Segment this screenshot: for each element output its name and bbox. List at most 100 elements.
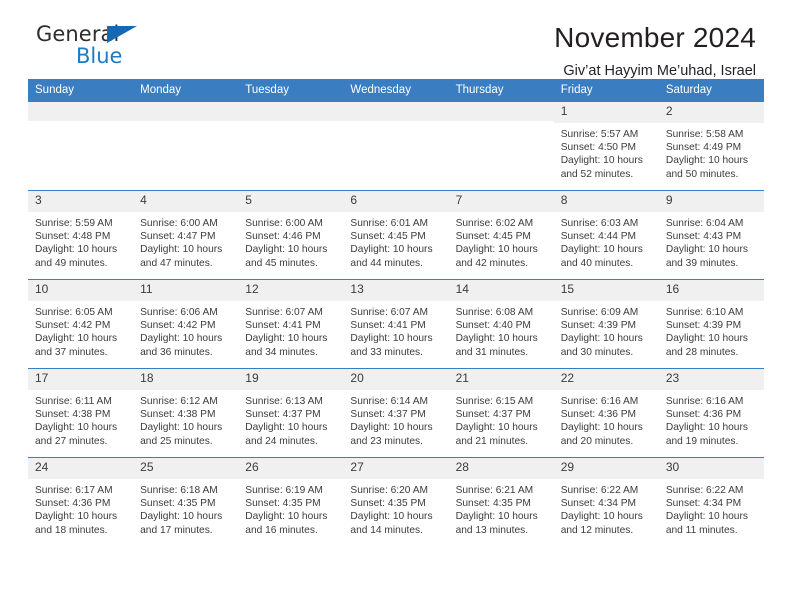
- daylight-text: Daylight: 10 hours and 27 minutes.: [35, 422, 118, 447]
- daylight-text: Daylight: 10 hours and 52 minutes.: [560, 155, 643, 180]
- calendar-day-cell[interactable]: 1 Sunrise: 5:57 AM Sunset: 4:50 PM Daylight…: [553, 101, 659, 191]
- day-number: [133, 102, 239, 121]
- calendar-day-cell[interactable]: 10 Sunrise: 6:05 AM Sunset: 4:42 PM Dayligh…: [28, 279, 134, 369]
- day-number: 26: [238, 458, 344, 479]
- sunset-text: Sunset: 4:34 PM: [560, 498, 637, 510]
- day-number: 30: [658, 458, 764, 479]
- calendar-day-cell[interactable]: 9 Sunrise: 6:04 AM Sunset: 4:43 PM Daylight…: [658, 190, 764, 280]
- day-details: Sunrise: 6:22 AM Sunset: 4:34 PM Daylight:…: [659, 479, 764, 537]
- day-details: Sunrise: 6:00 AM Sunset: 4:46 PM Daylight:…: [238, 212, 343, 270]
- calendar-day-cell[interactable]: 18 Sunrise: 6:12 AM Sunset: 4:38 PM Dayligh…: [133, 368, 239, 458]
- calendar-day-cell[interactable]: 21 Sunrise: 6:15 AM Sunset: 4:37 PM Dayligh…: [448, 368, 554, 458]
- triangle-icon: [107, 26, 137, 43]
- calendar-day-cell[interactable]: 12 Sunrise: 6:07 AM Sunset: 4:41 PM Dayligh…: [238, 279, 344, 369]
- day-number: 11: [133, 280, 239, 301]
- day-details: Sunrise: 6:03 AM Sunset: 4:44 PM Daylight:…: [554, 212, 659, 270]
- calendar-day-cell-empty: [133, 101, 239, 191]
- calendar-day-cell[interactable]: 17 Sunrise: 6:11 AM Sunset: 4:38 PM Dayligh…: [28, 368, 134, 458]
- day-details: Sunrise: 6:02 AM Sunset: 4:45 PM Daylight:…: [449, 212, 554, 270]
- calendar-day-cell[interactable]: 8 Sunrise: 6:03 AM Sunset: 4:44 PM Daylight…: [553, 190, 659, 280]
- calendar-day-cell[interactable]: 2 Sunrise: 5:58 AM Sunset: 4:49 PM Daylight…: [658, 101, 764, 191]
- sunset-text: Sunset: 4:35 PM: [350, 498, 426, 510]
- calendar-day-cell[interactable]: 26 Sunrise: 6:19 AM Sunset: 4:35 PM Dayligh…: [238, 457, 344, 547]
- sunrise-text: Sunrise: 6:19 AM: [245, 484, 323, 496]
- calendar-day-cell[interactable]: 3 Sunrise: 5:59 AM Sunset: 4:48 PM Daylight…: [28, 190, 134, 280]
- day-number: 12: [238, 280, 344, 301]
- calendar-day-cell[interactable]: 25 Sunrise: 6:18 AM Sunset: 4:35 PM Dayligh…: [133, 457, 239, 547]
- sunset-text: Sunset: 4:43 PM: [665, 231, 742, 243]
- calendar-day-cell[interactable]: 22 Sunrise: 6:16 AM Sunset: 4:36 PM Dayligh…: [553, 368, 659, 458]
- sunrise-text: Sunrise: 6:03 AM: [560, 217, 639, 229]
- calendar-day-cell[interactable]: 5 Sunrise: 6:00 AM Sunset: 4:46 PM Daylight…: [238, 190, 344, 280]
- calendar-day-cell[interactable]: 11 Sunrise: 6:06 AM Sunset: 4:42 PM Dayligh…: [133, 279, 239, 369]
- sunset-text: Sunset: 4:36 PM: [560, 409, 637, 421]
- day-details: Sunrise: 5:57 AM Sunset: 4:50 PM Daylight:…: [554, 123, 659, 181]
- day-number: 22: [553, 369, 659, 390]
- weekday-header-monday: Monday: [133, 79, 239, 102]
- day-details: Sunrise: 6:16 AM Sunset: 4:36 PM Daylight:…: [659, 390, 764, 448]
- day-details: Sunrise: 6:15 AM Sunset: 4:37 PM Daylight:…: [449, 390, 554, 448]
- sunset-text: Sunset: 4:46 PM: [245, 231, 321, 243]
- calendar-day-cell[interactable]: 14 Sunrise: 6:08 AM Sunset: 4:40 PM Dayligh…: [448, 279, 554, 369]
- calendar-day-cell[interactable]: 13 Sunrise: 6:07 AM Sunset: 4:41 PM Dayligh…: [343, 279, 449, 369]
- calendar-day-cell-empty: [448, 101, 554, 191]
- day-details: Sunrise: 6:14 AM Sunset: 4:37 PM Daylight:…: [343, 390, 448, 448]
- sunrise-text: Sunrise: 6:13 AM: [245, 395, 323, 407]
- calendar-week-row: 1 Sunrise: 5:57 AM Sunset: 4:50 PM Daylight…: [28, 101, 764, 191]
- daylight-text: Daylight: 10 hours and 42 minutes.: [455, 244, 538, 269]
- day-number: 10: [28, 280, 134, 301]
- logo-text-blue: Blue: [76, 44, 123, 68]
- calendar-day-cell[interactable]: 20 Sunrise: 6:14 AM Sunset: 4:37 PM Dayligh…: [343, 368, 449, 458]
- sunset-text: Sunset: 4:42 PM: [35, 320, 111, 332]
- sunset-text: Sunset: 4:36 PM: [665, 409, 742, 421]
- calendar-header-row: Sunday Monday Tuesday Wednesday Thursday…: [28, 79, 764, 102]
- daylight-text: Daylight: 10 hours and 50 minutes.: [665, 155, 748, 180]
- calendar-day-cell[interactable]: 6 Sunrise: 6:01 AM Sunset: 4:45 PM Daylight…: [343, 190, 449, 280]
- sunrise-text: Sunrise: 6:09 AM: [560, 306, 639, 318]
- calendar-day-cell[interactable]: 16 Sunrise: 6:10 AM Sunset: 4:39 PM Dayligh…: [658, 279, 764, 369]
- day-details: Sunrise: 6:20 AM Sunset: 4:35 PM Daylight:…: [343, 479, 448, 537]
- daylight-text: Daylight: 10 hours and 23 minutes.: [350, 422, 433, 447]
- weekday-header-thursday: Thursday: [448, 79, 554, 102]
- calendar-day-cell-empty: [343, 101, 449, 191]
- calendar-table: Sunday Monday Tuesday Wednesday Thursday…: [28, 79, 764, 547]
- sunset-text: Sunset: 4:34 PM: [665, 498, 742, 510]
- calendar-day-cell[interactable]: 27 Sunrise: 6:20 AM Sunset: 4:35 PM Dayligh…: [343, 457, 449, 547]
- sunrise-text: Sunrise: 6:08 AM: [455, 306, 534, 318]
- day-details: Sunrise: 6:01 AM Sunset: 4:45 PM Daylight:…: [343, 212, 448, 270]
- daylight-text: Daylight: 10 hours and 16 minutes.: [245, 511, 328, 536]
- calendar-day-cell[interactable]: 23 Sunrise: 6:16 AM Sunset: 4:36 PM Dayligh…: [658, 368, 764, 458]
- sunrise-text: Sunrise: 6:04 AM: [665, 217, 744, 229]
- calendar-day-cell[interactable]: 29 Sunrise: 6:22 AM Sunset: 4:34 PM Dayligh…: [553, 457, 659, 547]
- sunrise-text: Sunrise: 6:15 AM: [455, 395, 534, 407]
- day-number: 9: [658, 191, 764, 212]
- day-number: 14: [448, 280, 554, 301]
- calendar-day-cell[interactable]: 4 Sunrise: 6:00 AM Sunset: 4:47 PM Daylight…: [133, 190, 239, 280]
- sunrise-text: Sunrise: 6:16 AM: [665, 395, 744, 407]
- weekday-header-sunday: Sunday: [28, 79, 134, 102]
- daylight-text: Daylight: 10 hours and 12 minutes.: [560, 511, 643, 536]
- sunrise-text: Sunrise: 6:07 AM: [350, 306, 429, 318]
- sunrise-text: Sunrise: 6:01 AM: [350, 217, 429, 229]
- sunset-text: Sunset: 4:37 PM: [455, 409, 531, 421]
- weekday-header-saturday: Saturday: [658, 79, 764, 102]
- day-details: Sunrise: 5:59 AM Sunset: 4:48 PM Daylight:…: [28, 212, 133, 270]
- day-number: 5: [238, 191, 344, 212]
- day-details: Sunrise: 6:13 AM Sunset: 4:37 PM Daylight:…: [238, 390, 343, 448]
- weekday-header-tuesday: Tuesday: [238, 79, 344, 102]
- sunrise-text: Sunrise: 6:00 AM: [245, 217, 323, 229]
- calendar-day-cell[interactable]: 28 Sunrise: 6:21 AM Sunset: 4:35 PM Dayligh…: [448, 457, 554, 547]
- calendar-day-cell[interactable]: 30 Sunrise: 6:22 AM Sunset: 4:34 PM Dayligh…: [658, 457, 764, 547]
- page-header: General Blue November 2024 Giv’at Hayyim…: [28, 0, 764, 79]
- day-number: 27: [343, 458, 449, 479]
- general-blue-logo: General Blue: [36, 24, 256, 76]
- calendar-day-cell[interactable]: 24 Sunrise: 6:17 AM Sunset: 4:36 PM Dayligh…: [28, 457, 134, 547]
- calendar-day-cell[interactable]: 15 Sunrise: 6:09 AM Sunset: 4:39 PM Dayligh…: [553, 279, 659, 369]
- calendar-day-cell[interactable]: 7 Sunrise: 6:02 AM Sunset: 4:45 PM Daylight…: [448, 190, 554, 280]
- sunset-text: Sunset: 4:37 PM: [350, 409, 426, 421]
- sunrise-text: Sunrise: 6:00 AM: [140, 217, 218, 229]
- calendar-day-cell[interactable]: 19 Sunrise: 6:13 AM Sunset: 4:37 PM Dayligh…: [238, 368, 344, 458]
- day-number: 17: [28, 369, 134, 390]
- day-details: Sunrise: 6:00 AM Sunset: 4:47 PM Daylight:…: [133, 212, 238, 270]
- daylight-text: Daylight: 10 hours and 17 minutes.: [140, 511, 223, 536]
